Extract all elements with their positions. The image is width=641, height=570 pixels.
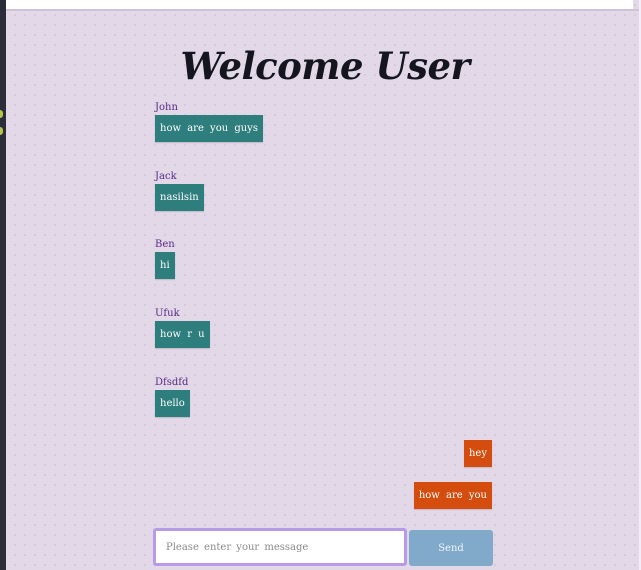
- message-bubble: how r u: [155, 321, 210, 348]
- own-message-bubble: hey: [463, 440, 492, 467]
- sender-name: Ufuk: [155, 308, 180, 319]
- sender-name: Dfsdfd: [155, 377, 189, 388]
- message-item: Jack nasilsin: [155, 170, 204, 211]
- message-item: John how are you guys: [155, 101, 263, 142]
- chat-window: Welcome User John how are you guys Jack …: [0, 0, 641, 570]
- send-button[interactable]: Send: [409, 530, 493, 566]
- message-input[interactable]: [153, 528, 407, 566]
- sender-name: Ben: [155, 239, 175, 250]
- sender-name: Jack: [155, 171, 177, 182]
- message-bubble: how are you guys: [155, 115, 263, 142]
- own-message-item: how are you: [413, 482, 492, 509]
- top-bar: [6, 0, 633, 9]
- own-message-bubble: how are you: [413, 482, 492, 509]
- page-title: Welcome User: [180, 44, 470, 88]
- status-dot-icon: [0, 127, 3, 135]
- message-bubble: nasilsin: [155, 184, 204, 211]
- status-dot-icon: [0, 110, 3, 118]
- message-composer: Send: [153, 528, 493, 566]
- message-item: Ufuk how r u: [155, 307, 210, 348]
- own-message-item: hey: [463, 440, 492, 467]
- message-item: Dfsdfd hello: [155, 376, 190, 417]
- top-bar-divider: [6, 9, 641, 11]
- message-bubble: hello: [155, 390, 190, 417]
- message-item: Ben hi: [155, 238, 175, 279]
- message-bubble: hi: [155, 252, 175, 279]
- sender-name: John: [155, 102, 178, 113]
